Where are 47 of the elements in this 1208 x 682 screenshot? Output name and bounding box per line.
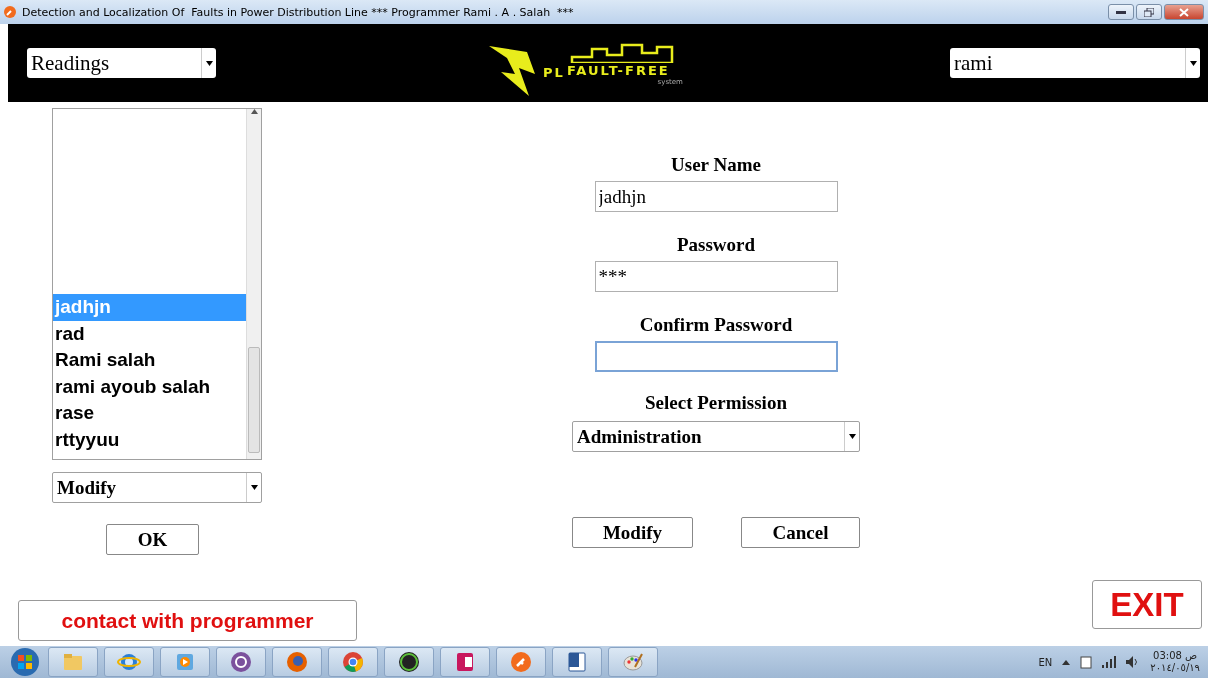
logo-initials: PL: [543, 65, 565, 80]
scroll-thumb[interactable]: [248, 347, 260, 453]
scrollbar[interactable]: [246, 109, 261, 459]
caret-icon: [201, 48, 216, 78]
user-list-item[interactable]: Rami salah: [53, 347, 246, 374]
logo-name: FAULT-FREE: [566, 63, 670, 78]
field-label: User Name: [671, 154, 761, 177]
contact-button[interactable]: contact with programmer: [18, 600, 357, 641]
taskbar-app-icon[interactable]: [384, 647, 434, 677]
user-list-item[interactable]: rad: [53, 320, 246, 347]
power-icon[interactable]: [1080, 655, 1093, 669]
cancel-button[interactable]: Cancel: [741, 517, 860, 548]
caret-icon: [246, 473, 261, 502]
signal-icon[interactable]: [1102, 656, 1117, 668]
caret-icon: [1185, 48, 1200, 78]
scroll-up-icon[interactable]: [250, 109, 258, 114]
taskbar-app-icon[interactable]: [552, 647, 602, 677]
language-indicator[interactable]: EN: [1038, 656, 1053, 668]
field-label: Confirm Password: [639, 314, 793, 337]
user-list-item[interactable]: rase: [53, 400, 246, 427]
input-field[interactable]: jadhjn: [594, 181, 838, 212]
window-title: Detection and Localization Of Faults in Power Distribution Line *** Programmer Rami . A . Salah ***: [22, 5, 575, 19]
minimize-button[interactable]: [1108, 4, 1134, 20]
permission-dropdown[interactable]: Administration: [572, 421, 860, 452]
tray-arrow-icon[interactable]: [1062, 659, 1071, 665]
restore-button[interactable]: [1136, 4, 1162, 20]
field-label: Password: [676, 234, 756, 257]
exit-button[interactable]: EXIT: [1092, 580, 1202, 629]
close-button[interactable]: [1164, 4, 1204, 20]
modify-button[interactable]: Modify: [572, 517, 693, 548]
user-list-item[interactable]: rttyyuu: [53, 426, 246, 453]
input-field[interactable]: ***: [594, 261, 838, 292]
start-button[interactable]: [8, 647, 42, 677]
user-list-item[interactable]: rami ayoub salah: [53, 373, 246, 400]
ok-button[interactable]: OK: [106, 524, 199, 555]
clock[interactable]: 03:08 ص ٢٠١٤/٠٥/١٩: [1150, 650, 1200, 674]
taskbar-app-icon[interactable]: [440, 647, 490, 677]
user-dropdown[interactable]: rami: [950, 48, 1200, 78]
field-label: Select Permission: [645, 392, 787, 415]
action-dropdown[interactable]: Modify: [52, 472, 262, 503]
plug-icon: [4, 6, 16, 18]
restore-icon: [1144, 7, 1154, 17]
menu-dropdown[interactable]: Readings: [27, 48, 216, 78]
input-field[interactable]: [594, 341, 838, 372]
caret-icon: [844, 422, 859, 451]
close-icon: [1179, 7, 1189, 17]
minimize-icon: [1116, 10, 1126, 14]
